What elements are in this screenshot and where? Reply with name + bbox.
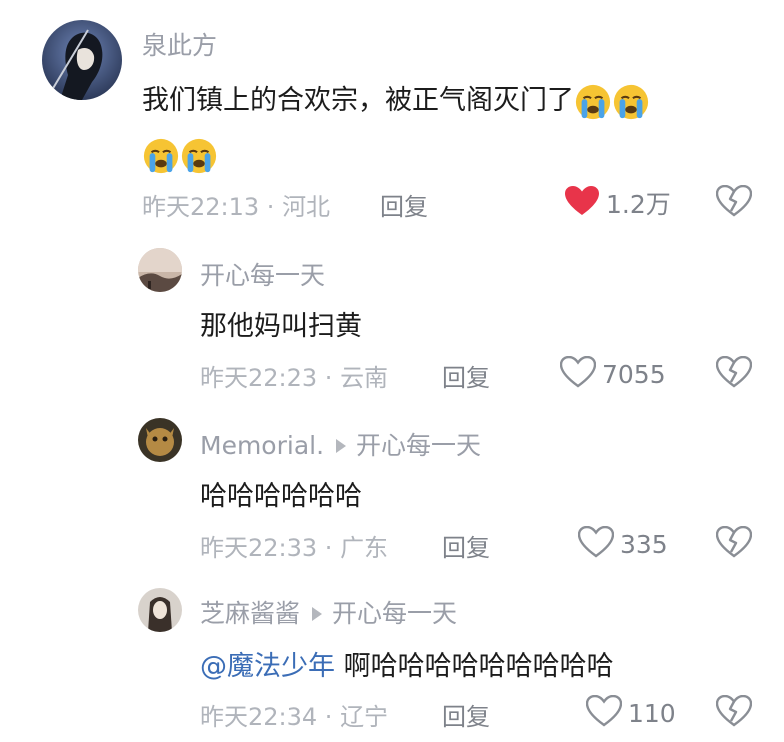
like-count: 110 bbox=[628, 698, 676, 728]
comment-meta: 昨天22:13 · 河北 bbox=[142, 187, 330, 222]
reply-meta: 昨天22:33 · 广东 bbox=[200, 528, 388, 563]
reply-meta: 昨天22:34 · 辽宁 bbox=[200, 697, 388, 732]
reply-button[interactable]: 回复 bbox=[442, 358, 490, 393]
reply-button[interactable]: 回复 bbox=[442, 697, 490, 732]
like-button[interactable]: 335 bbox=[577, 525, 668, 562]
avatar[interactable] bbox=[138, 418, 182, 462]
like-button[interactable]: 110 bbox=[585, 694, 676, 731]
meta-separator: · bbox=[317, 703, 341, 731]
comment-thread: 泉此方 我们镇上的合欢宗，被正气阁灭门了 昨天22:13 · 河北 回复 1.2… bbox=[0, 0, 784, 742]
meta-separator: · bbox=[317, 534, 341, 562]
reply-location: 云南 bbox=[340, 364, 389, 392]
reply-username[interactable]: 开心每一天 bbox=[200, 256, 325, 292]
reply-meta: 昨天22:23 · 云南 bbox=[200, 358, 388, 393]
reply-time: 昨天22:34 bbox=[200, 703, 318, 731]
avatar[interactable] bbox=[138, 588, 182, 632]
like-count: 7055 bbox=[602, 359, 666, 389]
comment-text: 我们镇上的合欢宗，被正气阁灭门了 bbox=[142, 74, 762, 182]
reply-button[interactable]: 回复 bbox=[442, 528, 490, 563]
broken-heart-icon[interactable] bbox=[715, 355, 753, 392]
broken-heart-icon[interactable] bbox=[715, 694, 753, 731]
heart-outline-icon bbox=[577, 525, 615, 562]
reply-time: 昨天22:23 bbox=[200, 364, 318, 392]
comment-username[interactable]: 泉此方 bbox=[142, 26, 217, 62]
crying-face-emoji-icon bbox=[142, 137, 180, 175]
comment-time: 昨天22:13 bbox=[142, 193, 260, 221]
crying-face-emoji-icon bbox=[180, 137, 218, 175]
reply-arrow-icon bbox=[336, 439, 347, 453]
heart-outline-icon bbox=[559, 355, 597, 392]
reply-text: @魔法少年 啊哈哈哈哈哈哈哈哈哈 bbox=[200, 644, 614, 683]
reply-text: 那他妈叫扫黄 bbox=[200, 311, 362, 342]
avatar[interactable] bbox=[138, 248, 182, 292]
comment-body: 我们镇上的合欢宗，被正气阁灭门了 bbox=[142, 85, 574, 116]
reply-username: 芝麻酱酱 开心每一天 bbox=[200, 594, 457, 630]
reply-body: 啊哈哈哈哈哈哈哈哈哈 bbox=[343, 651, 614, 682]
comment-location: 河北 bbox=[282, 193, 331, 221]
heart-outline-icon bbox=[585, 694, 623, 731]
crying-face-emoji-icon bbox=[574, 83, 612, 121]
reply-author[interactable]: 芝麻酱酱 bbox=[200, 599, 300, 628]
like-button[interactable]: 7055 bbox=[559, 355, 666, 392]
reply-button[interactable]: 回复 bbox=[380, 187, 428, 222]
reply-text: 哈哈哈哈哈哈 bbox=[200, 481, 362, 512]
reply-to-user[interactable]: 开心每一天 bbox=[356, 431, 481, 460]
reply-username: Memorial. 开心每一天 bbox=[200, 426, 481, 462]
like-count: 335 bbox=[620, 529, 668, 559]
avatar[interactable] bbox=[42, 20, 122, 100]
mention-link[interactable]: @魔法少年 bbox=[200, 651, 335, 682]
meta-separator: · bbox=[317, 364, 341, 392]
reply-to-user[interactable]: 开心每一天 bbox=[332, 599, 457, 628]
heart-filled-icon bbox=[564, 185, 600, 221]
like-count: 1.2万 bbox=[606, 190, 671, 219]
reply-time: 昨天22:33 bbox=[200, 534, 318, 562]
reply-arrow-icon bbox=[312, 607, 323, 621]
crying-face-emoji-icon bbox=[612, 83, 650, 121]
reply-author[interactable]: Memorial. bbox=[200, 431, 324, 460]
broken-heart-icon[interactable] bbox=[715, 184, 753, 221]
meta-separator: · bbox=[259, 193, 283, 221]
reply-location: 广东 bbox=[340, 534, 389, 562]
reply-location: 辽宁 bbox=[340, 703, 389, 731]
like-button[interactable]: 1.2万 bbox=[564, 185, 671, 221]
broken-heart-icon[interactable] bbox=[715, 525, 753, 562]
